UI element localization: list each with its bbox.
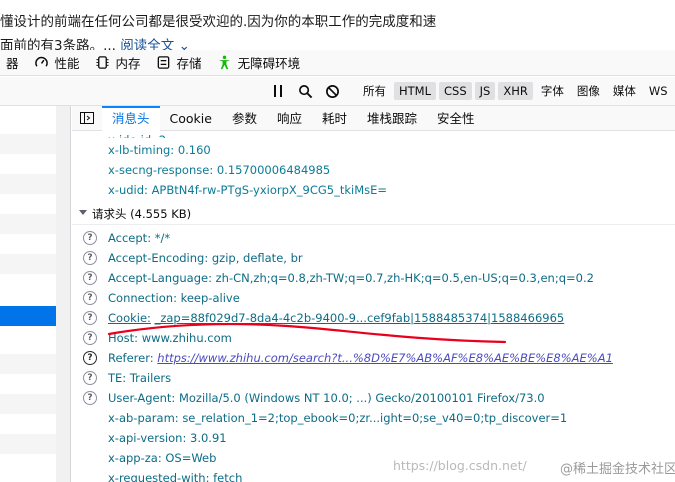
request-header-x-app-za[interactable]: x-app-za: OS=Web: [108, 450, 216, 466]
request-headers-title: 请求头 (4.555 KB): [92, 207, 192, 221]
request-list: [0, 106, 71, 482]
request-header-x-ab-param[interactable]: x-ab-param: se_relation_1=2;top_ebook=0;…: [108, 410, 567, 426]
help-icon[interactable]: ?: [83, 391, 97, 405]
pause-icon[interactable]: [270, 83, 286, 99]
request-header-x-requested-with[interactable]: x-requested-with: fetch: [108, 470, 242, 482]
article-text-line1: 懂设计的前端在任何公司都是很受欢迎的.因为你的本职工作的完成度和速: [0, 14, 437, 30]
tab-performance[interactable]: 性能: [28, 50, 89, 76]
response-header[interactable]: x-udid: APBtN4f-rw-PTgS-yxiorpX_9CG5_tki…: [108, 182, 387, 198]
help-icon[interactable]: ?: [83, 231, 97, 245]
request-list-scrollbar[interactable]: [56, 106, 70, 482]
tab-accessibility-label: 无障碍环境: [237, 56, 301, 71]
tab-performance-label: 性能: [54, 56, 80, 71]
request-header-te[interactable]: TE: Trailers: [108, 370, 171, 386]
tab-timings[interactable]: 耗时: [312, 106, 357, 131]
tab-cookies[interactable]: Cookie: [160, 106, 222, 131]
help-icon[interactable]: ?: [83, 351, 97, 365]
request-headers-section[interactable]: 请求头 (4.555 KB): [72, 203, 675, 225]
help-icon[interactable]: ?: [83, 271, 97, 285]
article-text-line2: 面前的有3条路。... 阅读全文 ⌄: [0, 34, 190, 50]
network-toolbar: 所有 HTML CSS JS XHR 字体 图像 媒体 WS: [0, 77, 675, 106]
tab-security[interactable]: 安全性: [427, 106, 485, 131]
filter-media[interactable]: 媒体: [608, 82, 641, 100]
article-text-line2-content: 面前的有3条路。...: [0, 38, 116, 50]
filter-all[interactable]: 所有: [358, 82, 391, 100]
collapse-arrow-icon[interactable]: [79, 210, 87, 215]
help-icon[interactable]: ?: [83, 291, 97, 305]
request-header-accept-encoding[interactable]: Accept-Encoding: gzip, deflate, br: [108, 250, 303, 266]
accessibility-icon: [217, 55, 233, 71]
read-more-link[interactable]: 阅读全文 ⌄: [120, 38, 190, 50]
block-icon[interactable]: [324, 83, 340, 99]
request-header-accept[interactable]: Accept: */*: [108, 230, 170, 246]
watermark-brand: @稀土掘金技术社区: [560, 462, 675, 477]
devtools-tabbar: 器 性能 内存 存储 无障碍环境: [0, 50, 675, 76]
request-header-referer[interactable]: Referer: https://www.zhihu.com/search?t.…: [108, 350, 613, 366]
tab-memory-label: 内存: [115, 56, 141, 71]
help-icon[interactable]: ?: [83, 371, 97, 385]
tab-accessibility[interactable]: 无障碍环境: [211, 50, 310, 76]
tab-storage[interactable]: 存储: [150, 50, 211, 76]
request-header-accept-language[interactable]: Accept-Language: zh-CN,zh;q=0.8,zh-TW;q=…: [108, 270, 594, 286]
referer-link[interactable]: https://www.zhihu.com/search?t...%8D%E7%…: [157, 351, 613, 365]
filter-css[interactable]: CSS: [439, 82, 472, 100]
tab-headers[interactable]: 消息头: [102, 106, 160, 131]
search-icon[interactable]: [297, 83, 313, 99]
filter-buttons: 所有 HTML CSS JS XHR 字体 图像 媒体 WS: [358, 81, 675, 101]
details-tabbar: 消息头 Cookie 参数 响应 耗时 堆栈跟踪 安全性: [72, 106, 675, 131]
help-icon[interactable]: ?: [83, 251, 97, 265]
tab-inspector[interactable]: 器: [0, 50, 28, 76]
toggle-sidebar-icon[interactable]: [72, 106, 102, 131]
response-header[interactable]: x-lb-timing: 0.160: [108, 142, 211, 158]
tab-inspector-label: 器: [6, 56, 19, 71]
gauge-icon: [34, 55, 50, 71]
tab-memory[interactable]: 内存: [89, 50, 150, 76]
tab-storage-label: 存储: [176, 56, 202, 71]
filter-images[interactable]: 图像: [572, 82, 605, 100]
request-details-panel: 消息头 Cookie 参数 响应 耗时 堆栈跟踪 安全性 x-ide-id: 2…: [72, 106, 675, 482]
help-icon[interactable]: ?: [83, 311, 97, 325]
red-annotation-underline: [107, 322, 507, 344]
watermark-url: https://blog.csdn.net/: [393, 458, 527, 473]
request-header-user-agent[interactable]: User-Agent: Mozilla/5.0 (Windows NT 10.0…: [108, 390, 545, 406]
tab-params[interactable]: 参数: [222, 106, 267, 131]
request-header-connection[interactable]: Connection: keep-alive: [108, 290, 240, 306]
response-header-clipped: x-ide-id: 2: [108, 132, 166, 138]
storage-icon: [156, 55, 172, 71]
tab-stack-trace[interactable]: 堆栈跟踪: [357, 106, 427, 131]
filter-html[interactable]: HTML: [394, 82, 437, 100]
article-snippet: 懂设计的前端在任何公司都是很受欢迎的.因为你的本职工作的完成度和速 面前的有3条…: [0, 0, 675, 50]
response-header[interactable]: x-secng-response: 0.15700006484985: [108, 162, 330, 178]
read-more-label: 阅读全文: [120, 38, 175, 50]
filter-fonts[interactable]: 字体: [536, 82, 569, 100]
help-icon[interactable]: ?: [83, 331, 97, 345]
chevron-down-icon: ⌄: [178, 38, 190, 50]
filter-js[interactable]: JS: [474, 82, 496, 100]
filter-ws[interactable]: WS: [644, 82, 673, 100]
request-header-x-api-version[interactable]: x-api-version: 3.0.91: [108, 430, 227, 446]
tab-response[interactable]: 响应: [267, 106, 312, 131]
memory-chip-icon: [95, 55, 111, 71]
filter-xhr[interactable]: XHR: [498, 82, 533, 100]
